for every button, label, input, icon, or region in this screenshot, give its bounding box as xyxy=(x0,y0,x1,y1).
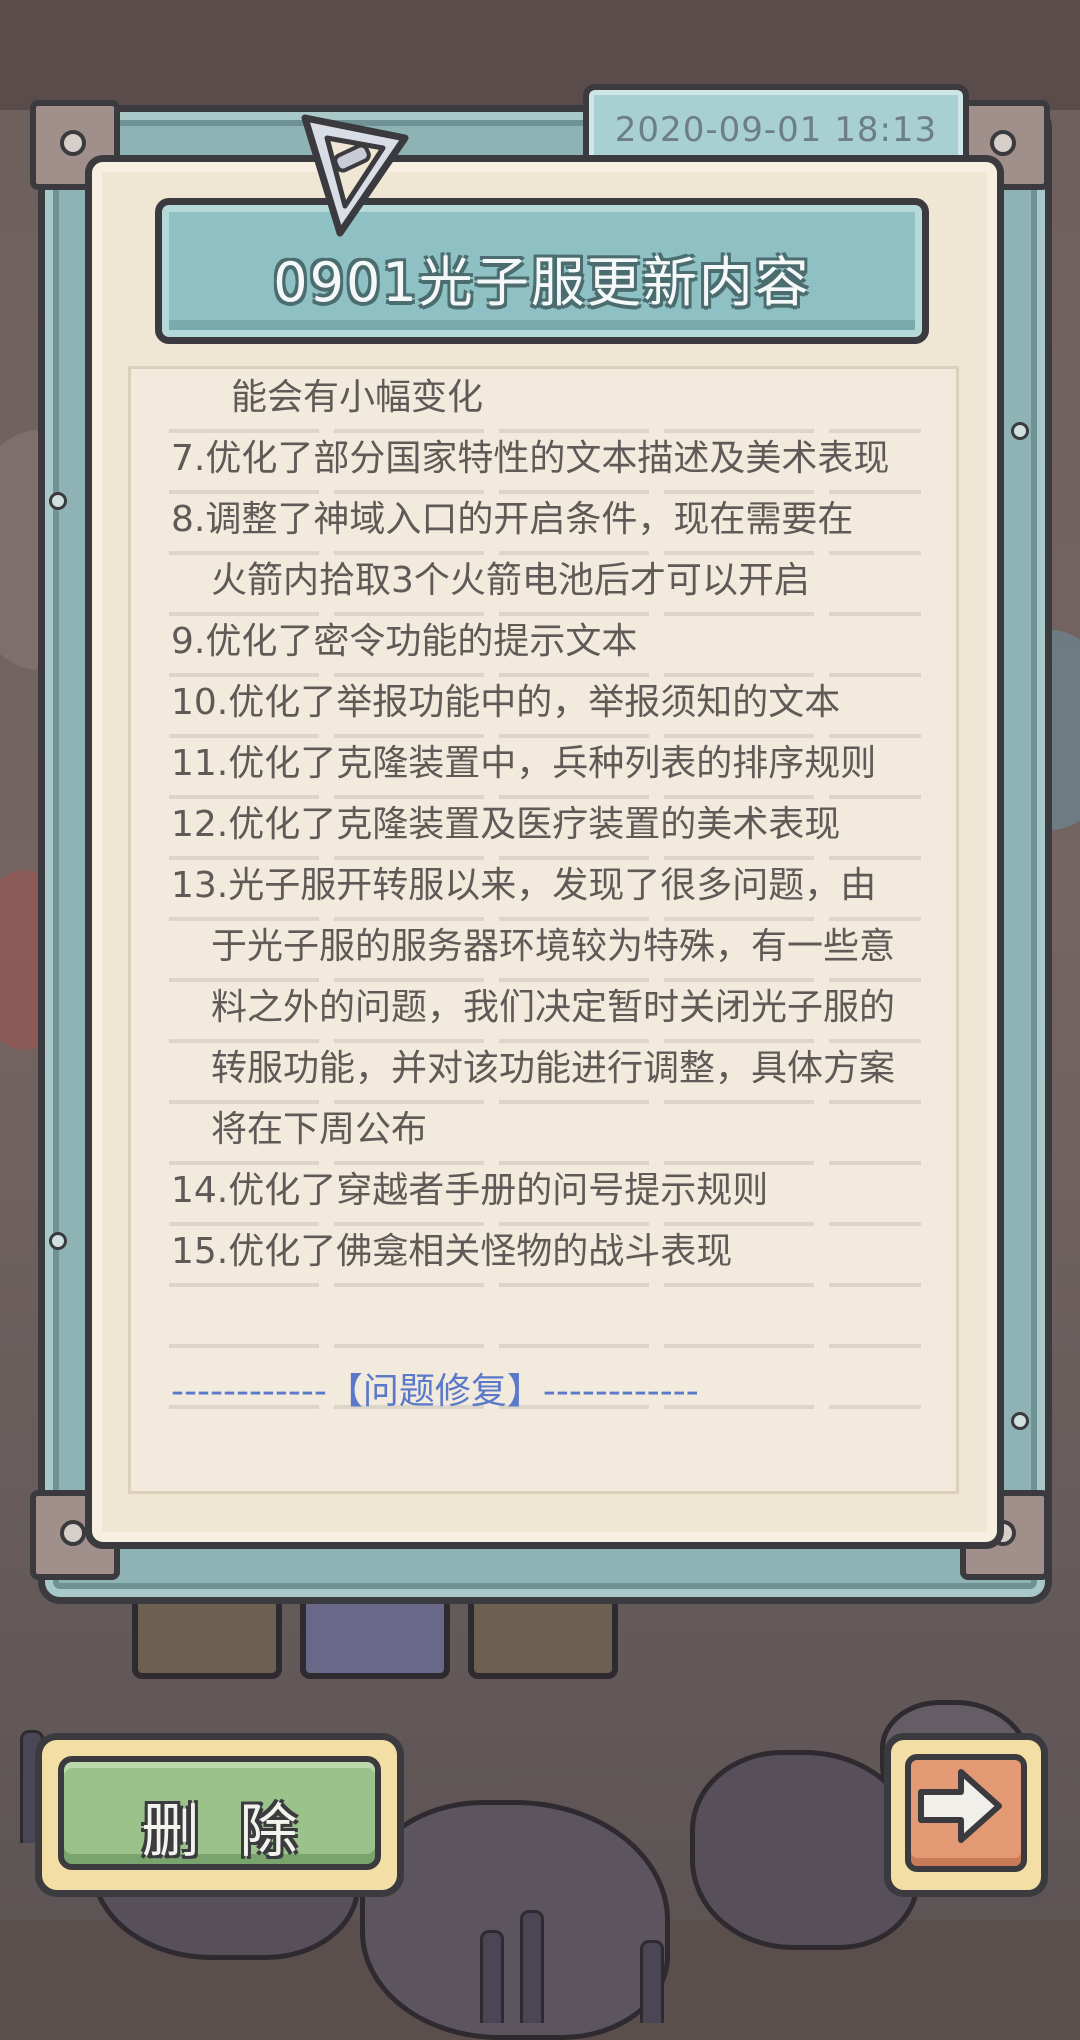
right-arrow-icon xyxy=(918,1769,1002,1843)
next-button[interactable] xyxy=(884,1733,1048,1897)
delete-button[interactable]: 删除 xyxy=(35,1733,404,1897)
notice-line: 15.优化了佛龛相关怪物的战斗表现 xyxy=(171,1231,733,1272)
frame-bolt xyxy=(1011,422,1029,440)
notice-line: 8.调整了神域入口的开启条件，现在需要在 xyxy=(171,499,854,540)
delete-button-face: 删除 xyxy=(58,1756,381,1870)
line-rule xyxy=(169,1344,921,1348)
scene-rock xyxy=(360,1800,670,2040)
scene-grass xyxy=(640,1940,664,2023)
scene-grass xyxy=(480,1930,504,2023)
scene-grass xyxy=(520,1910,544,2023)
notice-date: 2020-09-01 18:13 xyxy=(614,110,938,150)
notice-line: 料之外的问题，我们决定暂时关闭光子服的 xyxy=(211,987,896,1028)
next-button-face xyxy=(905,1754,1027,1872)
notice-line: 10.优化了举报功能中的，举报须知的文本 xyxy=(171,682,841,723)
notice-line: 11.优化了克隆装置中，兵种列表的排序规则 xyxy=(171,743,877,784)
notice-line: 能会有小幅变化 xyxy=(231,377,484,418)
frame-bolt xyxy=(49,492,67,510)
notice-line: 于光子服的服务器环境较为特殊，有一些意 xyxy=(211,926,896,967)
title-plate: 0901光子服更新内容 xyxy=(155,198,929,344)
triangle-pin-icon xyxy=(301,114,409,237)
line-rule xyxy=(169,1283,921,1287)
delete-button-label: 删除 xyxy=(141,1797,338,1865)
frame-bolt xyxy=(1011,1412,1029,1430)
notice-line: 12.优化了克隆装置及医疗装置的美术表现 xyxy=(171,804,841,845)
notice-line: 7.优化了部分国家特性的文本描述及美术表现 xyxy=(171,438,890,479)
notice-line: 14.优化了穿越者手册的问号提示规则 xyxy=(171,1170,769,1211)
notice-line: 火箭内拾取3个火箭电池后才可以开启 xyxy=(211,560,810,601)
notice-line: 9.优化了密令功能的提示文本 xyxy=(171,621,638,662)
notice-line: 13.光子服开转服以来，发现了很多问题，由 xyxy=(171,865,877,906)
section-header-bug-fixes: ------------【问题修复】------------ xyxy=(171,1371,699,1412)
notice-line: 转服功能，并对该功能进行调整，具体方案 xyxy=(211,1048,896,1089)
notice-content[interactable]: 能会有小幅变化 7.优化了部分国家特性的文本描述及美术表现 8.调整了神域入口的… xyxy=(128,366,959,1494)
frame-bolt xyxy=(49,1232,67,1250)
notice-title: 0901光子服更新内容 xyxy=(273,251,811,314)
notice-line: 将在下周公布 xyxy=(211,1109,428,1150)
